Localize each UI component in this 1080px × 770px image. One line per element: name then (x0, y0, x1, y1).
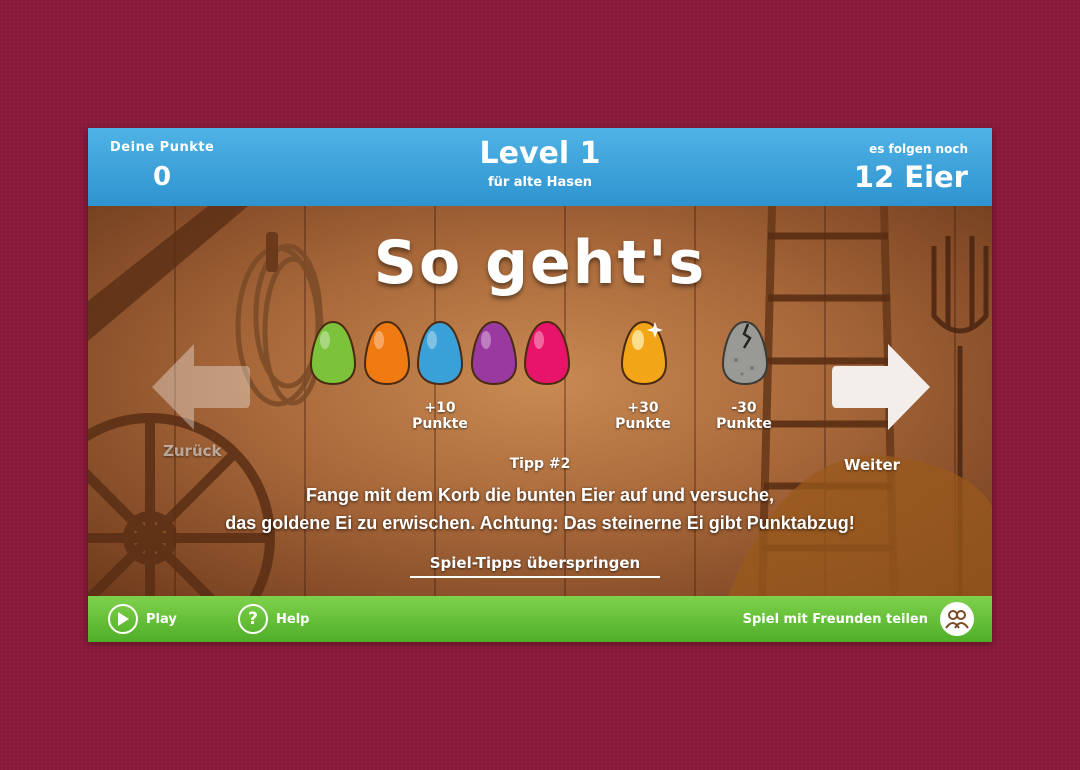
game-window: Deine Punkte 0 Level 1 für alte Hasen es… (88, 128, 992, 642)
help-icon: ? (238, 604, 268, 634)
stone-egg-points: -30 Punkte (704, 400, 784, 432)
footer-bar: Play ? Help Spiel mit Freunden teilen (88, 596, 992, 642)
stone-egg-icon (722, 320, 768, 386)
help-button[interactable]: ? Help (238, 596, 309, 642)
purple-egg-icon (471, 320, 517, 386)
green-egg-icon (310, 320, 356, 386)
tip-line-1: Fange mit dem Korb die bunten Eier auf u… (305, 485, 775, 505)
header-bar: Deine Punkte 0 Level 1 für alte Hasen es… (88, 128, 992, 206)
blue-egg-icon (417, 320, 463, 386)
normal-points-value: +10 (424, 400, 456, 416)
orange-egg-icon (364, 320, 410, 386)
tip-heading: Tipp #2 (509, 456, 571, 472)
play-label: Play (146, 611, 177, 627)
share-button[interactable]: Spiel mit Freunden teilen (743, 596, 974, 642)
stone-points-value: -30 (731, 400, 757, 416)
next-arrow-icon[interactable] (830, 342, 932, 432)
help-label: Help (276, 611, 310, 627)
back-arrow-icon[interactable] (150, 342, 252, 432)
golden-points-value: +30 (627, 400, 659, 416)
normal-points-unit: Punkte (412, 416, 468, 432)
tip-line-2: das goldene Ei zu erwischen. Achtung: Da… (225, 513, 855, 533)
play-icon (108, 604, 138, 634)
friends-icon (940, 602, 974, 636)
remaining-eggs-value: 12 Eier (853, 160, 968, 194)
play-button[interactable]: Play (108, 596, 177, 642)
golden-egg-icon (621, 320, 667, 386)
skip-tips-button[interactable]: Spiel-Tipps überspringen (410, 554, 660, 578)
pink-egg-icon (524, 320, 570, 386)
golden-egg-points: +30 Punkte (603, 400, 683, 432)
remaining-eggs-label: es folgen noch (869, 142, 968, 156)
normal-egg-points: +10 Punkte (400, 400, 480, 432)
share-label: Spiel mit Freunden teilen (742, 611, 928, 627)
stone-points-unit: Punkte (716, 416, 772, 432)
golden-points-unit: Punkte (615, 416, 671, 432)
tutorial-stage: So geht's +10 Punkte +30 Punkte -30 Punk… (88, 206, 992, 596)
tip-text: Fange mit dem Korb die bunten Eier auf u… (128, 481, 952, 537)
tutorial-title: So geht's (373, 228, 707, 298)
